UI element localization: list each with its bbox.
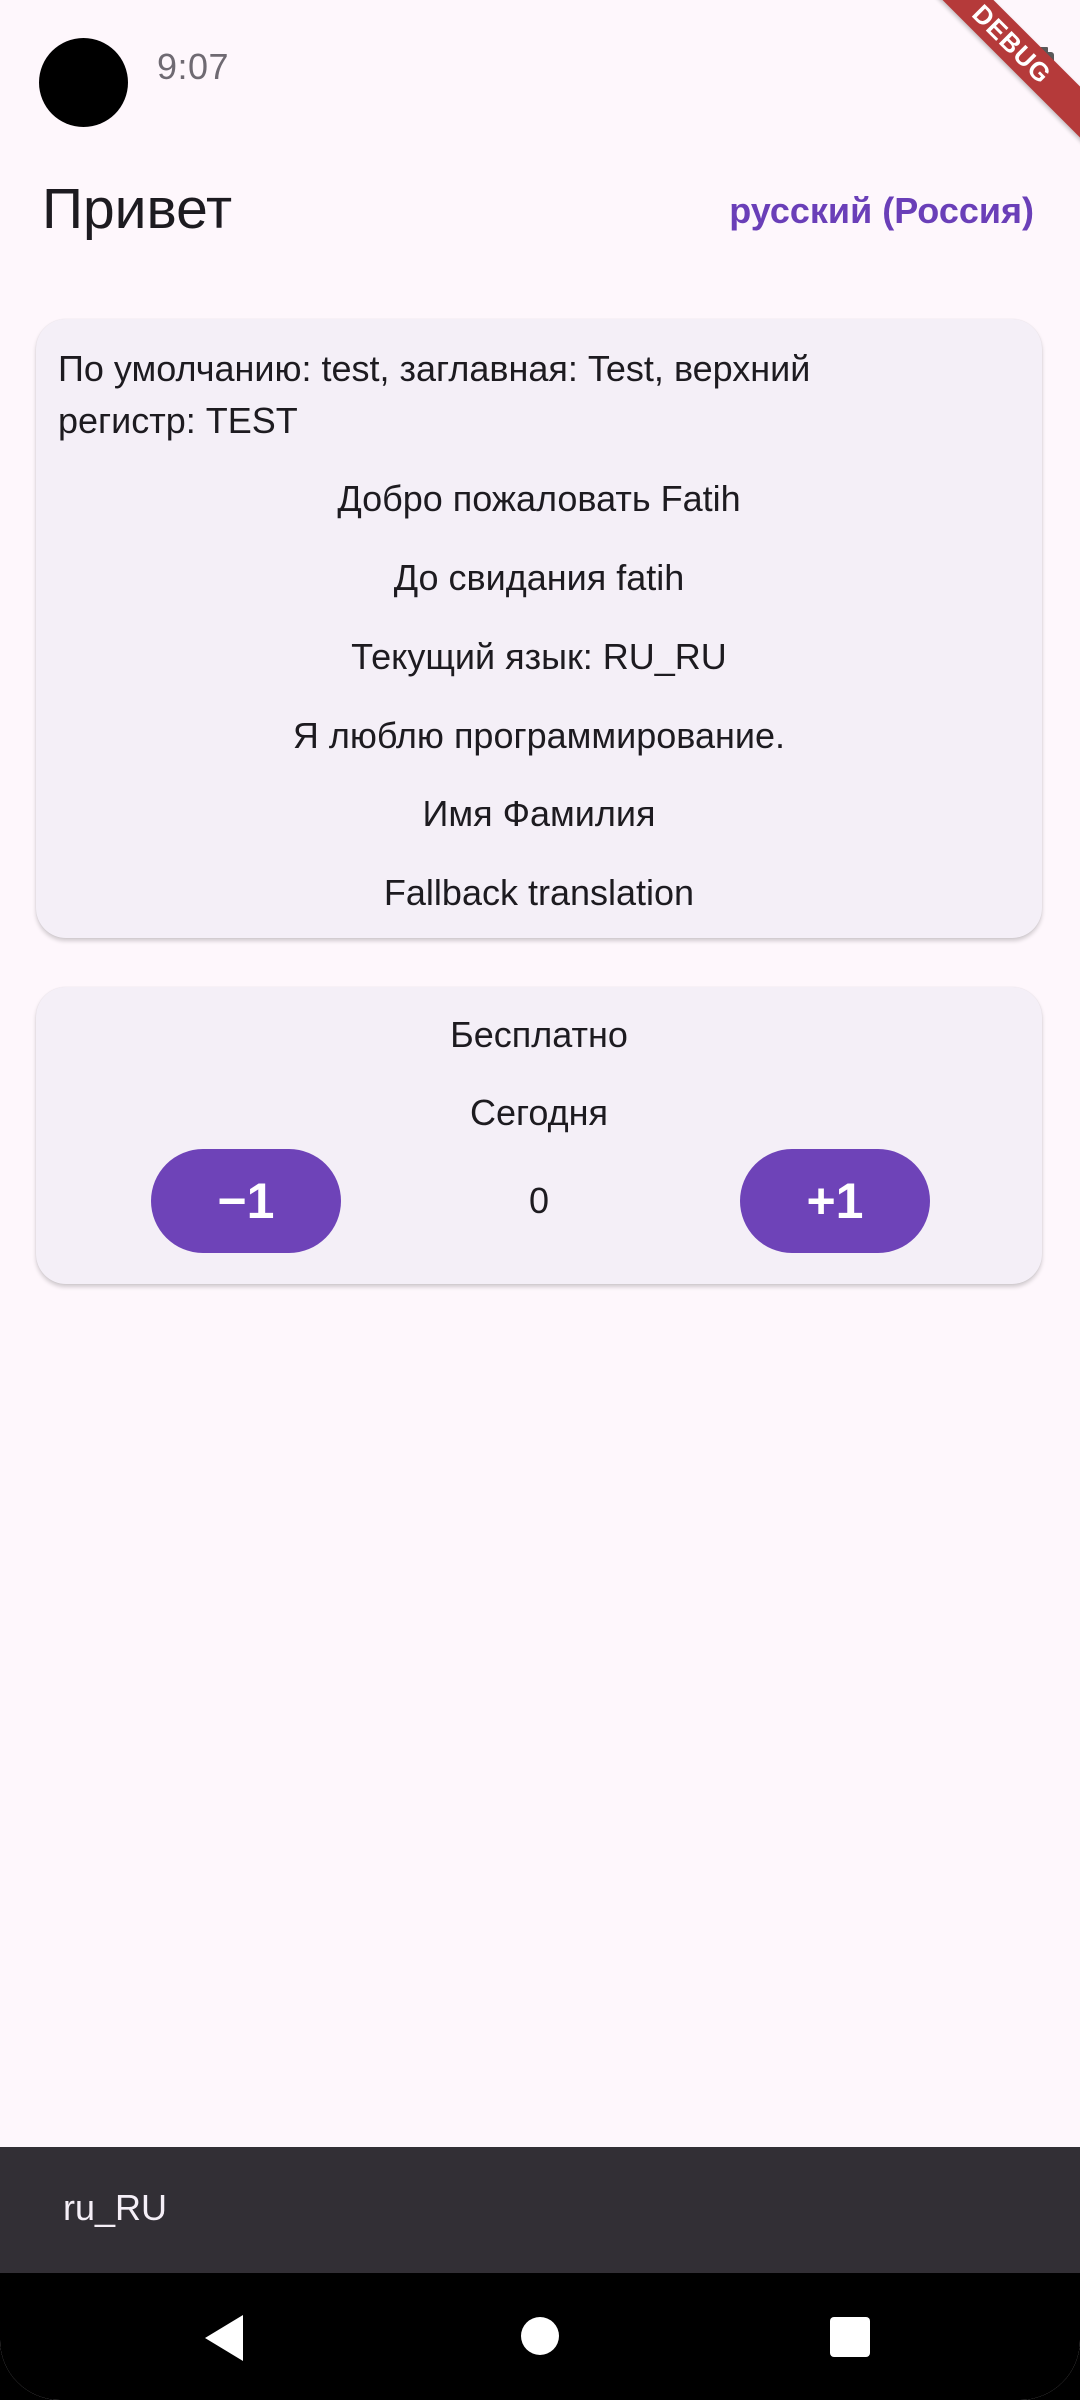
name-surname-text: Имя Фамилия (422, 793, 656, 834)
app-screen: 9:07 DEBUG Привет русский (Россия) По ум… (0, 0, 1080, 2400)
casing-demo-text: По умолчанию: test, заглавная: Test, вер… (58, 348, 811, 441)
debug-banner: DEBUG (907, 0, 1080, 149)
back-icon[interactable] (205, 2315, 243, 2361)
status-bar: 9:07 DEBUG (0, 0, 1080, 149)
goodbye-text: До свидания fatih (393, 557, 685, 598)
camera-cutout (39, 38, 128, 127)
current-language-text: Текущий язык: RU_RU (351, 636, 727, 677)
translations-card: По умолчанию: test, заглавная: Test, вер… (36, 319, 1042, 938)
status-time: 9:07 (157, 46, 230, 87)
locale-switch-button[interactable]: русский (Россия) (717, 180, 1046, 242)
welcome-text: Добро пожаловать Fatih (337, 478, 741, 519)
system-nav-bar (0, 2273, 1080, 2400)
app-bar: Привет русский (Россия) (0, 150, 1080, 270)
counter-card: Бесплатно Сегодня −1 0 +1 (36, 987, 1042, 1284)
recents-icon[interactable] (830, 2317, 870, 2357)
increment-button[interactable]: +1 (740, 1149, 930, 1253)
fallback-translation-text: Fallback translation (383, 872, 695, 913)
snackbar: ru_RU (0, 2147, 1080, 2273)
love-programming-text: Я люблю программирование. (292, 715, 786, 756)
price-label: Бесплатно (450, 1014, 628, 1055)
snackbar-text: ru_RU (63, 2187, 168, 2228)
home-icon[interactable] (521, 2317, 559, 2355)
date-label: Сегодня (470, 1092, 608, 1133)
page-title: Привет (42, 177, 233, 241)
